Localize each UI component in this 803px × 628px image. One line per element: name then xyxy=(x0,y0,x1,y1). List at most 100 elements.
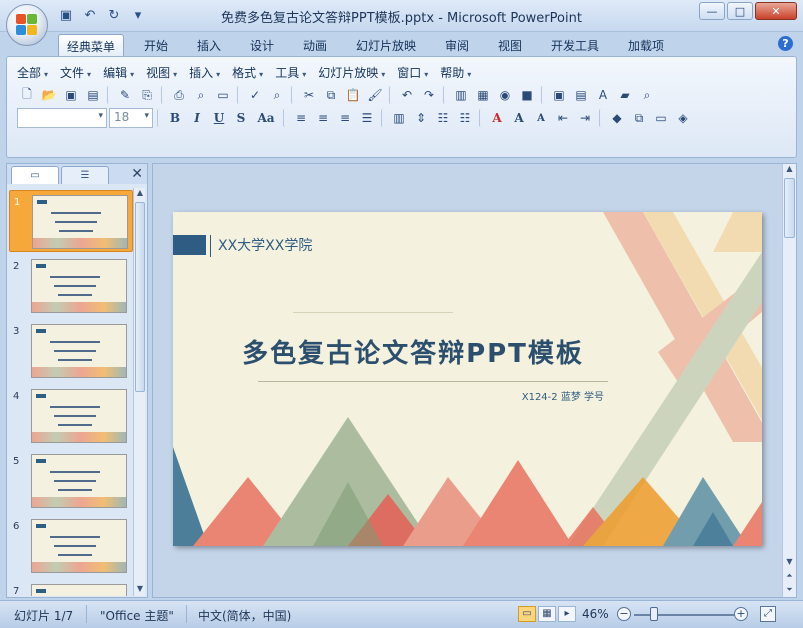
align-center-icon[interactable]: ≡ xyxy=(313,108,333,128)
menu-format[interactable]: 格式 xyxy=(232,64,275,81)
slideshow-view-button[interactable]: ▸ xyxy=(558,606,576,622)
pdf-icon[interactable]: ▤ xyxy=(83,85,103,105)
menu-insert[interactable]: 插入 xyxy=(189,64,232,81)
zoom-out-button[interactable]: − xyxy=(617,607,631,621)
next-slide-icon[interactable]: ⏷ xyxy=(783,585,796,597)
menu-window[interactable]: 窗口 xyxy=(397,64,440,81)
fit-to-window-button[interactable]: ⤢ xyxy=(760,606,776,622)
shadow-button[interactable]: S xyxy=(231,108,251,128)
numbering-icon[interactable]: ☷ xyxy=(433,108,453,128)
menu-help[interactable]: 帮助 xyxy=(440,64,483,81)
find-icon[interactable]: ⌕ xyxy=(637,85,657,105)
print-icon[interactable]: ⎙ xyxy=(169,85,189,105)
format-painter-icon[interactable]: 🖌 xyxy=(365,85,385,105)
slide-title[interactable]: 多色复古论文答辩PPT模板 xyxy=(173,333,653,370)
bold-button[interactable]: B xyxy=(165,108,185,128)
scroll-up-icon[interactable]: ▲ xyxy=(134,188,146,200)
tab-review[interactable]: 审阅 xyxy=(437,34,477,56)
tab-design[interactable]: 设计 xyxy=(242,34,282,56)
columns-icon[interactable]: ▥ xyxy=(389,108,409,128)
slide-thumbnail[interactable]: 5 xyxy=(9,450,133,512)
font-size-combo[interactable]: 18 xyxy=(109,108,153,128)
minimize-button[interactable]: — xyxy=(699,2,725,20)
office-button[interactable] xyxy=(6,4,48,46)
cut-icon[interactable]: ✂ xyxy=(299,85,319,105)
tab-slideshow[interactable]: 幻灯片放映 xyxy=(348,34,424,56)
save-icon[interactable]: ▣ xyxy=(61,85,81,105)
folder-icon[interactable]: ▰ xyxy=(615,85,635,105)
tab-developer[interactable]: 开发工具 xyxy=(543,34,607,56)
font-name-combo[interactable] xyxy=(17,108,107,128)
zoom-in-button[interactable]: + xyxy=(734,607,748,621)
slide-thumbnail[interactable]: 2 xyxy=(9,255,133,317)
prev-slide-icon[interactable]: ⏶ xyxy=(783,571,796,583)
normal-view-button[interactable]: ▭ xyxy=(518,606,536,622)
increase-indent-icon[interactable]: ⇥ xyxy=(575,108,595,128)
menu-edit[interactable]: 编辑 xyxy=(103,64,146,81)
quick-style-icon[interactable]: ▭ xyxy=(651,108,671,128)
pane-close-icon[interactable]: ✕ xyxy=(131,166,143,182)
scroll-up-icon[interactable]: ▲ xyxy=(783,164,796,176)
layout-icon[interactable]: ▤ xyxy=(571,85,591,105)
slides-tab[interactable]: ▭ xyxy=(11,166,59,184)
slide-sorter-view-button[interactable]: ▦ xyxy=(538,606,556,622)
close-button[interactable]: ✕ xyxy=(755,2,797,20)
print-preview-icon[interactable]: ⌕ xyxy=(191,85,211,105)
redo-icon[interactable]: ↷ xyxy=(419,85,439,105)
undo-icon[interactable]: ↶ xyxy=(397,85,417,105)
align-right-icon[interactable]: ≡ xyxy=(335,108,355,128)
scroll-down-icon[interactable]: ▼ xyxy=(783,557,796,569)
language-indicator[interactable]: 中文(简体，中国) xyxy=(198,607,291,624)
attach-icon[interactable]: ⎘ xyxy=(137,85,157,105)
spelling-icon[interactable]: ✓ xyxy=(245,85,265,105)
menu-slideshow[interactable]: 幻灯片放映 xyxy=(318,64,397,81)
justify-icon[interactable]: ☰ xyxy=(357,108,377,128)
slide-thumbnail[interactable]: 7 xyxy=(9,580,133,596)
paste-icon[interactable]: 📋 xyxy=(343,85,363,105)
zoom-slider-track[interactable] xyxy=(634,614,734,616)
font-color-icon[interactable]: A xyxy=(487,108,507,128)
slide-thumbnail[interactable]: 3 xyxy=(9,320,133,382)
tab-view[interactable]: 视图 xyxy=(490,34,530,56)
chart-icon[interactable]: ▥ xyxy=(451,85,471,105)
scroll-thumb[interactable] xyxy=(135,202,145,392)
zoom-level[interactable]: 46% xyxy=(582,607,609,621)
slide-thumbnail[interactable]: 4 xyxy=(9,385,133,447)
slide-thumbnail[interactable]: 1 xyxy=(9,190,133,252)
maximize-button[interactable]: □ xyxy=(727,2,753,20)
tab-addins[interactable]: 加载项 xyxy=(620,34,672,56)
tab-animation[interactable]: 动画 xyxy=(295,34,335,56)
menu-tools[interactable]: 工具 xyxy=(275,64,318,81)
theme-name[interactable]: "Office 主题" xyxy=(100,607,174,624)
outline-tab[interactable]: ☰ xyxy=(61,166,109,184)
bullets-icon[interactable]: ☷ xyxy=(455,108,475,128)
tab-home[interactable]: 开始 xyxy=(136,34,176,56)
page-setup-icon[interactable]: ▭ xyxy=(213,85,233,105)
grow-font-icon[interactable]: A xyxy=(509,108,529,128)
decrease-indent-icon[interactable]: ⇤ xyxy=(553,108,573,128)
underline-button[interactable]: U xyxy=(209,108,229,128)
color-icon[interactable]: ■ xyxy=(517,85,537,105)
copy-icon[interactable]: ⧉ xyxy=(321,85,341,105)
tab-insert[interactable]: 插入 xyxy=(189,34,229,56)
open-icon[interactable]: 📂 xyxy=(39,85,59,105)
slide-thumbnail[interactable]: 6 xyxy=(9,515,133,577)
research-icon[interactable]: ⌕ xyxy=(267,85,287,105)
zoom-slider-knob[interactable] xyxy=(650,607,658,621)
clipart-icon[interactable]: ◉ xyxy=(495,85,515,105)
change-case-button[interactable]: Aa xyxy=(253,108,279,128)
shrink-font-icon[interactable]: A xyxy=(531,108,551,128)
line-spacing-icon[interactable]: ⇕ xyxy=(411,108,431,128)
slide-subtitle[interactable]: X124-2 蓝梦 学号 xyxy=(522,388,604,403)
align-left-icon[interactable]: ≡ xyxy=(291,108,311,128)
scroll-down-icon[interactable]: ▼ xyxy=(134,584,146,596)
italic-button[interactable]: I xyxy=(187,108,207,128)
new-icon[interactable]: 🗋 xyxy=(17,85,37,105)
fill-icon[interactable]: ◈ xyxy=(673,108,693,128)
permission-icon[interactable]: ✎ xyxy=(115,85,135,105)
menu-all[interactable]: 全部 xyxy=(17,64,60,81)
scroll-thumb[interactable] xyxy=(784,178,795,238)
workspace-scrollbar[interactable]: ▲ ▼ ⏶ ⏷ xyxy=(782,164,796,597)
arrange-icon[interactable]: ⧉ xyxy=(629,108,649,128)
shape-icon[interactable]: ◆ xyxy=(607,108,627,128)
